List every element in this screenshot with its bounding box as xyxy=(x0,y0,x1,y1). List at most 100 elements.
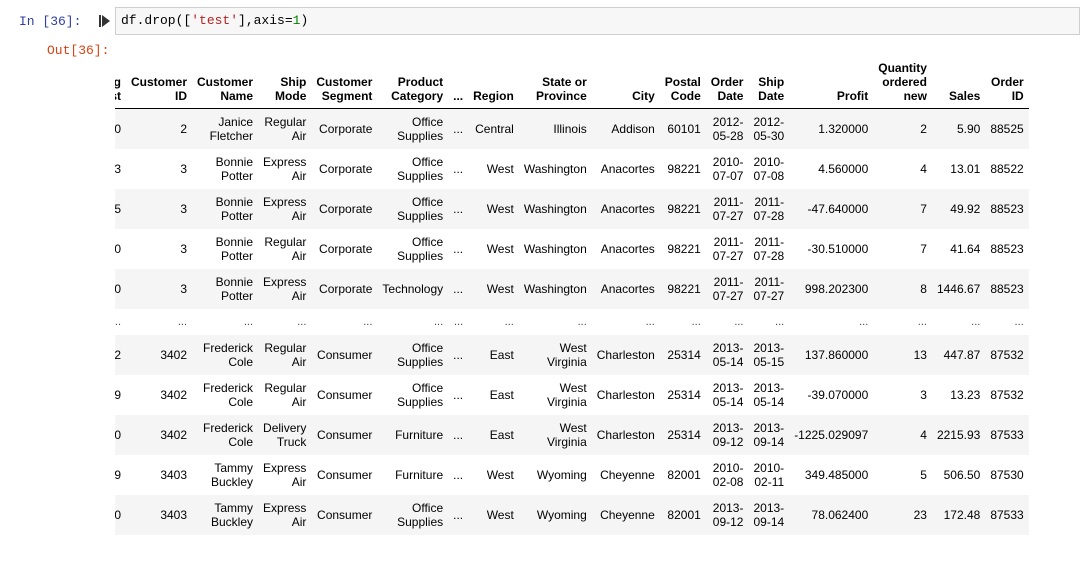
input-prompt: In [36]: xyxy=(19,14,82,29)
cell-line: ID xyxy=(1011,88,1024,103)
table-cell: Office Supplies xyxy=(377,375,448,415)
cell-line: Code xyxy=(670,88,701,103)
table-cell: Bonnie Potter xyxy=(192,229,258,269)
cell-line: State or xyxy=(542,74,587,89)
cell-line: 2011- xyxy=(754,194,785,209)
table-cell: 2 xyxy=(126,108,193,149)
cell-line: 09-14 xyxy=(753,514,785,529)
table-cell: 1446.67 xyxy=(931,268,986,309)
table-cell: Consumer xyxy=(311,494,378,535)
cell-line: 2011- xyxy=(754,234,785,249)
table-cell: Frederick Cole xyxy=(192,334,259,375)
cell-line: Tammy xyxy=(214,500,254,515)
table-cell: 172.48 xyxy=(931,494,986,535)
cell-line: 2012- xyxy=(753,114,785,129)
column-header: Postal Code xyxy=(659,58,706,109)
table-cell: 4 xyxy=(920,161,927,176)
table-cell: East xyxy=(468,414,519,455)
cell-line: Bonnie xyxy=(215,274,254,289)
cell-line: 07-27 xyxy=(712,248,744,263)
table-cell: 349.485000 xyxy=(804,467,869,482)
table-cell: 2 xyxy=(873,108,932,149)
cell-line: Name xyxy=(220,88,254,103)
code-input-cell[interactable]: df.drop(['test'],axis=1) xyxy=(115,7,1080,35)
table-row: .493402FrederickColeRegularAirConsumerOf… xyxy=(115,375,1029,415)
cell-line: 2010- xyxy=(712,154,744,169)
cell-line: 2011- xyxy=(754,274,785,289)
table-cell: Tammy Buckley xyxy=(192,494,259,535)
table-cell: 2010- 02-11 xyxy=(748,455,789,495)
cell-line: Supplies xyxy=(397,208,444,223)
table-cell: Cheyenne xyxy=(600,467,655,482)
cell-line: 2013- xyxy=(753,380,785,395)
table-cell: 2011- 07-28 xyxy=(748,188,790,229)
cell-line: Regular xyxy=(264,380,307,395)
table-cell: 2011- 07-27 xyxy=(706,229,749,269)
cell-line: 2013- xyxy=(712,420,744,435)
cell-line: West xyxy=(559,340,587,355)
table-cell: .60 xyxy=(115,241,121,256)
table-cell: Charleston xyxy=(591,414,660,455)
cell-line: 2011- xyxy=(713,194,744,209)
table-cell: 2013- 05-14 xyxy=(748,375,789,415)
cell-line: 05-15 xyxy=(753,354,785,369)
table-cell: 98221 xyxy=(667,241,701,256)
table-cell: Consumer xyxy=(317,387,373,402)
table-row: .153BonniePotterExpressAirCorporateOffic… xyxy=(115,188,1029,229)
cell-line: 05-14 xyxy=(753,394,785,409)
table-cell: 2013- 05-15 xyxy=(748,334,790,375)
cell-line: Quantity xyxy=(878,60,927,75)
table-cell: ... xyxy=(363,315,373,328)
table-cell: Janice Fletcher xyxy=(192,108,259,149)
table-cell: -30.510000 xyxy=(807,241,869,256)
table-cell: Tammy Buckley xyxy=(192,455,258,495)
cell-line: Bonnie xyxy=(215,154,254,169)
cell-line: 2011- xyxy=(713,234,744,249)
table-cell: 98221 xyxy=(659,268,706,309)
table-cell: West xyxy=(468,494,519,535)
cell-line: Potter xyxy=(221,208,254,223)
table-cell: Technology xyxy=(377,268,449,309)
table-cell: Central xyxy=(468,108,519,149)
table-cell: ... xyxy=(971,315,981,328)
cell-line: Potter xyxy=(221,168,254,183)
table-cell: 4 xyxy=(873,414,932,455)
cell-line: Order xyxy=(710,74,744,89)
table-cell: ... xyxy=(115,315,121,328)
table-cell: 4.560000 xyxy=(818,161,869,176)
cell-line: 09-12 xyxy=(712,434,744,449)
table-cell: 7 xyxy=(873,188,932,229)
table-cell: 2010- 07-07 xyxy=(706,149,749,189)
cell-line: Province xyxy=(536,88,587,103)
cell-line: Potter xyxy=(221,248,254,263)
cell-line: 05-28 xyxy=(712,128,744,143)
table-cell: ... xyxy=(577,315,587,328)
column-header: Profit xyxy=(789,58,874,109)
table-cell: Delivery Truck xyxy=(258,414,312,455)
table-cell: Wyoming xyxy=(536,467,587,482)
table-cell: West xyxy=(486,241,514,256)
table-cell: 3 xyxy=(180,161,188,176)
table-cell: Washington xyxy=(523,241,587,256)
table-cell: Office Supplies xyxy=(377,108,449,149)
table-cell: -47.640000 xyxy=(789,188,874,229)
table-cell: ... xyxy=(453,387,464,402)
table-cell: Wyoming xyxy=(518,494,592,535)
cell-line: Truck xyxy=(276,434,307,449)
table-cell: 3 xyxy=(180,241,188,256)
table-cell: 98221 xyxy=(667,161,701,176)
run-cell-icon[interactable] xyxy=(99,14,111,28)
cell-line: 07-27 xyxy=(712,208,744,223)
table-cell: Office Supplies xyxy=(377,149,448,189)
table-cell: .50 xyxy=(115,494,126,535)
table-cell: 2012- 05-28 xyxy=(705,108,749,149)
table-cell: Anacortes xyxy=(591,268,660,309)
cell-line: Customer xyxy=(131,74,188,89)
table-cell: ... xyxy=(433,315,444,328)
cell-line: 09-12 xyxy=(712,514,744,529)
cell-line: 2013- xyxy=(753,500,785,515)
cell-line: Bonnie xyxy=(215,234,254,249)
table-cell: Charleston xyxy=(596,387,655,402)
column-header: ... xyxy=(448,58,469,109)
table-cell: ... xyxy=(448,414,469,455)
